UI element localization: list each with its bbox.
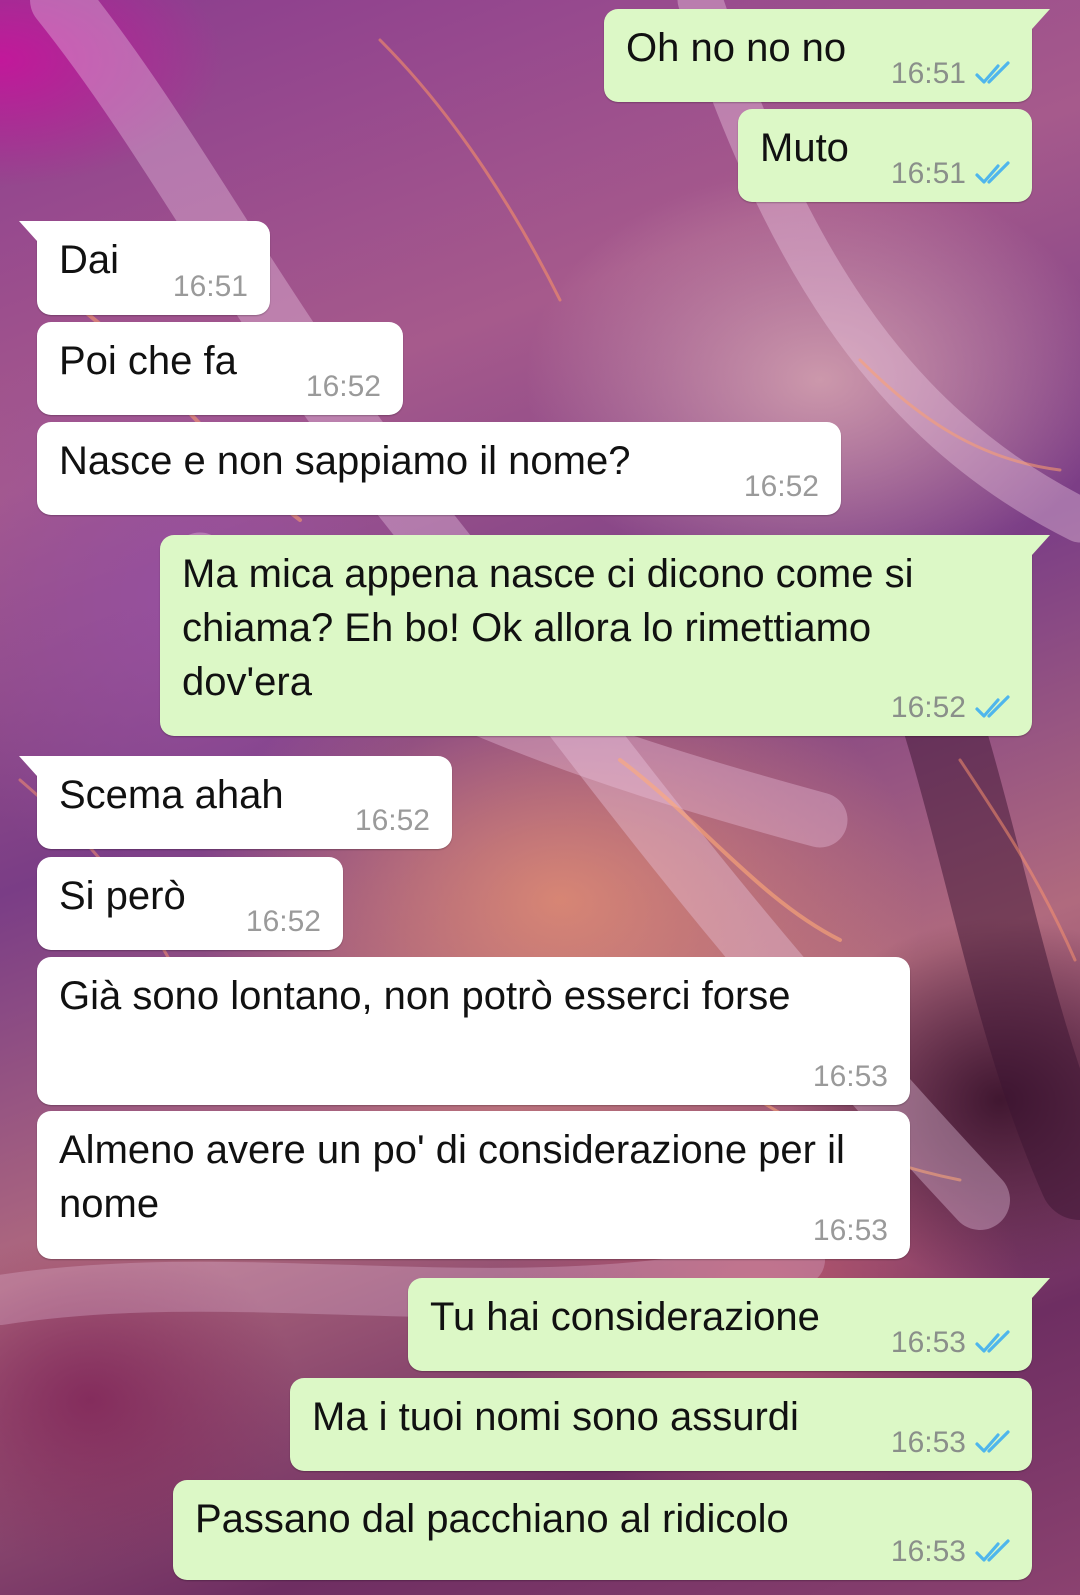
outgoing-message-bubble[interactable]: Muto 16:51	[738, 109, 1032, 202]
outgoing-message-bubble[interactable]: Ma mica appena nasce ci dicono come si c…	[160, 535, 1050, 736]
message-timestamp: 16:52	[354, 804, 430, 837]
double-check-read-icon	[975, 161, 1010, 184]
message-meta: 16:52	[246, 904, 321, 940]
message-timestamp: 16:53	[890, 1426, 966, 1459]
message-timestamp: 16:51	[890, 157, 966, 190]
message-meta: 16:52	[355, 803, 430, 839]
message-timestamp: 16:53	[812, 1214, 888, 1247]
bubble-tail	[19, 756, 37, 776]
outgoing-message-bubble[interactable]: Ma i tuoi nomi sono assurdi 16:53	[290, 1378, 1032, 1471]
message-meta: 16:52	[306, 369, 381, 405]
incoming-message-bubble[interactable]: Si però 16:52	[37, 857, 343, 950]
message-text: Già sono lontano, non potrò esserci fors…	[59, 974, 791, 1018]
message-meta: 16:51	[891, 156, 1014, 192]
bubble-tail	[1032, 1278, 1050, 1298]
incoming-message-bubble[interactable]: Dai 16:51	[19, 221, 270, 315]
message-meta: 16:52	[744, 469, 819, 505]
double-check-read-icon	[975, 1330, 1010, 1353]
message-meta: 16:53	[891, 1534, 1014, 1570]
message-meta: 16:53	[891, 1425, 1014, 1461]
incoming-message-bubble[interactable]: Già sono lontano, non potrò esserci fors…	[37, 957, 910, 1105]
incoming-message-bubble[interactable]: Poi che fa 16:52	[37, 322, 403, 415]
incoming-message-bubble[interactable]: Scema ahah 16:52	[19, 756, 452, 849]
message-timestamp: 16:51	[172, 270, 248, 303]
message-text: Nasce e non sappiamo il nome?	[59, 439, 631, 483]
message-timestamp: 16:52	[245, 905, 321, 938]
double-check-read-icon	[975, 61, 1010, 84]
message-meta: 16:53	[813, 1059, 888, 1095]
message-timestamp: 16:53	[890, 1535, 966, 1568]
outgoing-message-bubble[interactable]: Passano dal pacchiano al ridicolo 16:53	[173, 1480, 1032, 1580]
message-timestamp: 16:51	[890, 57, 966, 90]
message-timestamp: 16:52	[890, 691, 966, 724]
message-text: Scema ahah	[59, 773, 284, 817]
double-check-read-icon	[975, 1430, 1010, 1453]
bubble-tail	[19, 221, 37, 241]
message-meta: 16:51	[891, 56, 1014, 92]
message-meta: 16:53	[891, 1325, 1014, 1361]
bubble-tail	[1032, 535, 1050, 555]
message-text: Almeno avere un po' di considerazione pe…	[59, 1128, 857, 1226]
message-timestamp: 16:53	[812, 1060, 888, 1093]
message-timestamp: 16:53	[890, 1326, 966, 1359]
incoming-message-bubble[interactable]: Nasce e non sappiamo il nome? 16:52	[37, 422, 841, 515]
message-meta: 16:52	[891, 690, 1014, 726]
message-timestamp: 16:52	[305, 370, 381, 403]
message-meta: 16:51	[173, 269, 248, 305]
message-timestamp: 16:52	[743, 470, 819, 503]
message-meta: 16:53	[813, 1213, 888, 1249]
double-check-read-icon	[975, 1539, 1010, 1562]
incoming-message-bubble[interactable]: Almeno avere un po' di considerazione pe…	[37, 1111, 910, 1259]
outgoing-message-bubble[interactable]: Oh no no no 16:51	[604, 9, 1050, 102]
message-text: Passano dal pacchiano al ridicolo	[195, 1497, 789, 1541]
message-text: Ma mica appena nasce ci dicono come si c…	[182, 552, 925, 704]
outgoing-message-bubble[interactable]: Tu hai considerazione 16:53	[408, 1278, 1050, 1371]
double-check-read-icon	[975, 695, 1010, 718]
bubble-tail	[1032, 9, 1050, 29]
